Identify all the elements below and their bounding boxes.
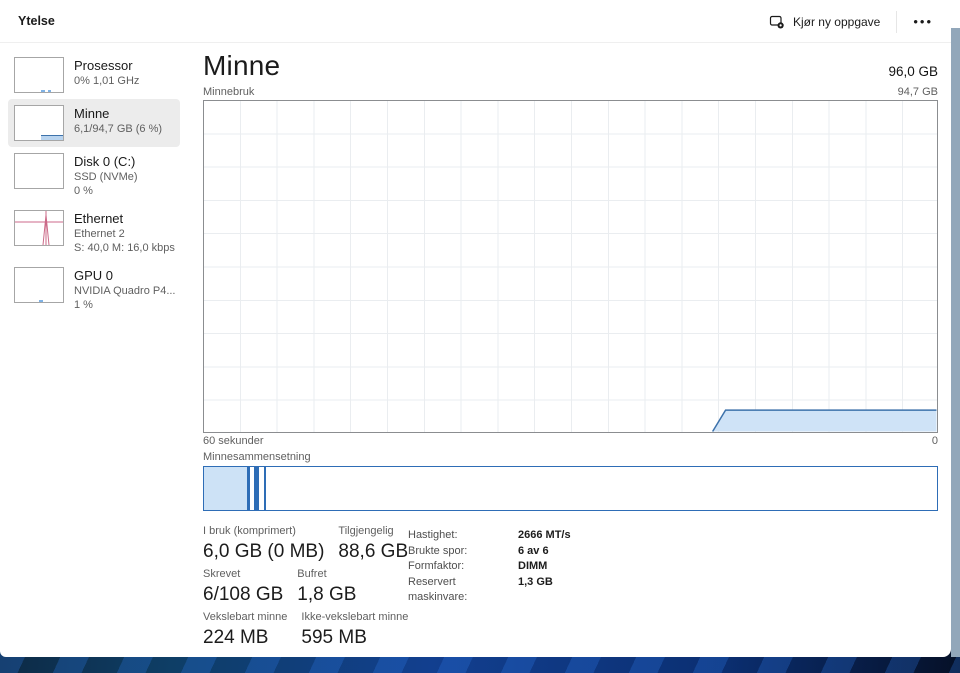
sidebar-item-label: Minne bbox=[74, 106, 110, 121]
page-title: Minne bbox=[203, 50, 281, 81]
task-manager-window: Ytelse Kjør ny oppgave ••• Prosessor 0% … bbox=[0, 0, 951, 657]
sidebar-item-label: Ethernet bbox=[74, 211, 124, 226]
chart-title: Minnebruk bbox=[203, 86, 255, 98]
memory-detail-pane: Minne 96,0 GB Minnebruk 94,7 GB 60 sekun… bbox=[203, 0, 938, 657]
stat-available: Tilgjengelig 88,6 GB bbox=[338, 525, 409, 562]
memory-composition-title: Minnesammensetning bbox=[203, 451, 311, 463]
sidebar-item-sub: Ethernet 2 bbox=[74, 228, 125, 240]
hardware-details: Hastighet: 2666 MT/s Brukte spor: 6 av 6… bbox=[408, 528, 571, 606]
stat-row: I bruk (komprimert) 6,0 GB (0 MB) Tilgje… bbox=[203, 524, 408, 564]
page-heading: Ytelse bbox=[18, 14, 55, 28]
sidebar-item-label: GPU 0 bbox=[74, 268, 114, 283]
detail-speed: Hastighet: 2666 MT/s bbox=[408, 529, 571, 541]
chart-time-label: 60 sekunder bbox=[203, 435, 264, 447]
cpu-mini-chart bbox=[14, 57, 64, 93]
detail-form-factor: Formfaktor: DIMM bbox=[408, 560, 548, 572]
chart-zero-label: 0 bbox=[931, 435, 938, 447]
stat-paged-pool: Vekslebart minne 224 MB bbox=[203, 611, 288, 648]
stat-row: Vekslebart minne 224 MB Ikke-vekslebart … bbox=[203, 610, 408, 650]
sidebar-item-sub: 1 % bbox=[74, 299, 93, 311]
total-memory-value: 96,0 GB bbox=[888, 64, 938, 79]
stat-cached: Bufret 1,8 GB bbox=[297, 568, 357, 605]
gpu-mini-chart bbox=[14, 267, 64, 303]
stat-committed: Skrevet 6/108 GB bbox=[203, 568, 284, 605]
stat-non-paged-pool: Ikke-vekslebart minne 595 MB bbox=[301, 611, 409, 648]
composition-modified-segment bbox=[254, 467, 259, 510]
memory-stats-grid: I bruk (komprimert) 6,0 GB (0 MB) Tilgje… bbox=[203, 524, 408, 653]
stat-in-use: I bruk (komprimert) 6,0 GB (0 MB) bbox=[203, 525, 325, 562]
sidebar-item-label: Disk 0 (C:) bbox=[74, 154, 136, 169]
chart-max-label: 94,7 GB bbox=[897, 86, 938, 98]
sidebar-item-sub: SSD (NVMe) bbox=[74, 171, 138, 183]
sidebar-item-sub: S: 40,0 M: 16,0 kbps bbox=[74, 242, 175, 254]
sidebar-item-memory[interactable]: Minne 6,1/94,7 GB (6 %) bbox=[8, 99, 180, 147]
sidebar-item-label: Prosessor bbox=[74, 58, 133, 73]
sidebar-item-cpu[interactable]: Prosessor 0% 1,01 GHz bbox=[8, 51, 180, 99]
composition-standby-boundary bbox=[264, 467, 266, 510]
sidebar-item-disk[interactable]: Disk 0 (C:) SSD (NVMe) 0 % bbox=[8, 147, 180, 204]
sidebar-item-sub: 6,1/94,7 GB (6 %) bbox=[74, 123, 163, 135]
disk-mini-chart bbox=[14, 153, 64, 189]
memory-mini-chart bbox=[14, 105, 64, 141]
sidebar-item-sub: 0 % bbox=[74, 185, 93, 197]
sidebar-item-sub: NVIDIA Quadro P4... bbox=[74, 285, 176, 297]
memory-usage-chart bbox=[203, 100, 938, 433]
detail-slots-used: Brukte spor: 6 av 6 bbox=[408, 544, 549, 557]
sidebar-item-ethernet[interactable]: Ethernet Ethernet 2 S: 40,0 M: 16,0 kbps bbox=[8, 204, 180, 261]
sidebar-item-gpu[interactable]: GPU 0 NVIDIA Quadro P4... 1 % bbox=[8, 261, 180, 318]
memory-usage-area bbox=[711, 409, 937, 432]
memory-composition-bar[interactable] bbox=[203, 466, 938, 511]
desktop-edge-strip bbox=[951, 28, 960, 657]
performance-sidebar: Prosessor 0% 1,01 GHz Minne 6,1/94,7 GB … bbox=[0, 43, 195, 318]
composition-in-use-segment bbox=[204, 467, 250, 510]
detail-hardware-reserved: Reservert maskinvare: 1,3 GB bbox=[408, 575, 553, 604]
ethernet-mini-chart bbox=[14, 210, 64, 246]
stat-row: Skrevet 6/108 GB Bufret 1,8 GB bbox=[203, 567, 408, 607]
sidebar-item-sub: 0% 1,01 GHz bbox=[74, 75, 140, 87]
